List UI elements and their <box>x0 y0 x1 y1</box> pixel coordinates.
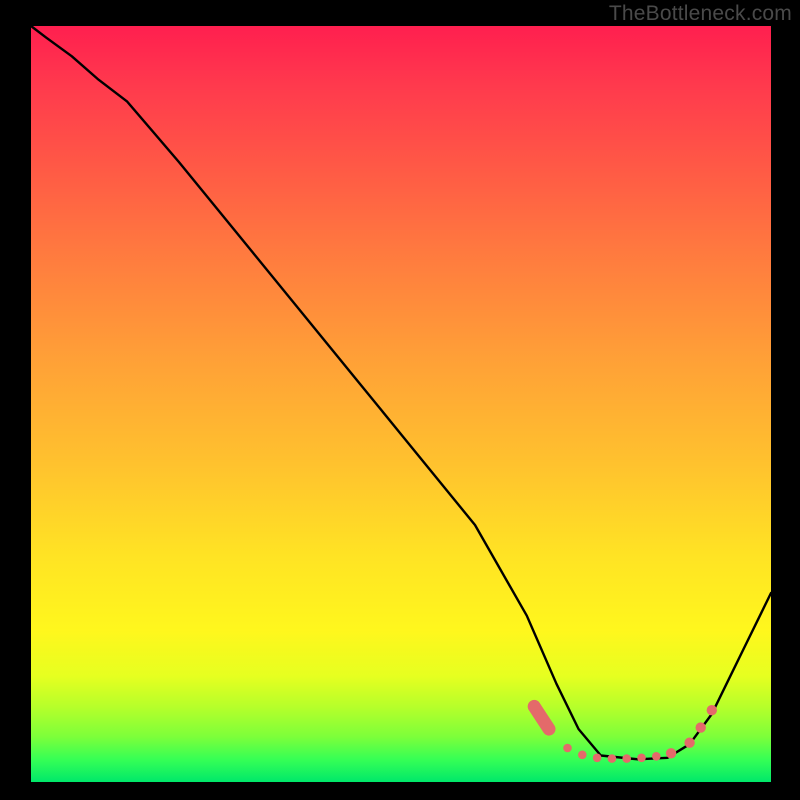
marker-dot <box>545 725 554 734</box>
chart-overlay <box>31 26 771 782</box>
marker-dot <box>666 748 676 758</box>
marker-dot <box>593 754 602 763</box>
plot-area <box>31 26 771 782</box>
chart-frame: TheBottleneck.com <box>0 0 800 800</box>
bottleneck-curve <box>31 26 771 759</box>
marker-dot <box>622 754 631 763</box>
marker-dot <box>563 744 572 753</box>
marker-dot <box>578 751 587 760</box>
marker-dot <box>696 722 706 732</box>
marker-layer <box>534 705 717 763</box>
marker-dot <box>707 705 717 715</box>
marker-dot <box>608 754 617 763</box>
watermark-text: TheBottleneck.com <box>609 2 792 26</box>
marker-dot <box>637 754 646 763</box>
marker-dot <box>652 752 661 761</box>
marker-dot <box>684 738 694 748</box>
